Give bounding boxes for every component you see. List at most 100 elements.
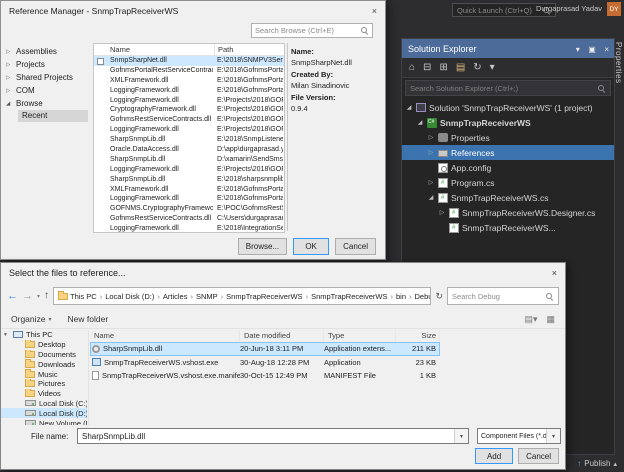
cancel-button[interactable]: Cancel: [335, 237, 376, 255]
tree-item-solution-snmptrapreceiverws-1-project[interactable]: ◢ Solution 'SnmpTrapReceiverWS' (1 projec…: [402, 100, 614, 115]
sidebar-item-local-disk-c[interactable]: Local Disk (C:): [1, 399, 87, 409]
column-header-path[interactable]: Path: [214, 44, 233, 56]
column-header-date-modified[interactable]: Date modified: [240, 330, 324, 342]
up-icon[interactable]: ↑: [44, 291, 49, 301]
expander-icon[interactable]: ▷: [438, 209, 446, 216]
tree-item-properties[interactable]: ▷ Properties: [402, 130, 614, 145]
refman-row[interactable]: CryptographyFramework.dll E:\Projects\201…: [94, 105, 284, 115]
refman-row[interactable]: LoggingFramework.dll E:\2018\IntegrationS…: [94, 224, 284, 232]
breadcrumb-segment-snmp[interactable]: SNMP: [196, 292, 218, 301]
sidebar-item-documents[interactable]: Documents: [1, 349, 87, 360]
refman-row[interactable]: XMLFramework.dll E:\2018\GofnmsPortalRes: [94, 76, 284, 86]
column-header-name[interactable]: Name: [90, 330, 240, 342]
preview-pane-icon[interactable]: ▦: [546, 314, 555, 325]
tree-item-snmptrapreceiverws[interactable]: SnmpTrapReceiverWS...: [402, 220, 614, 235]
refman-row[interactable]: GofnmsRestServiceContracts.dll E:\Project…: [94, 115, 284, 125]
expander-icon[interactable]: ▷: [427, 134, 435, 141]
refman-row[interactable]: SnmpSharpNet.dll E:\2018\SNMPV3Sender\S: [94, 56, 284, 66]
tree-item-app-config[interactable]: App.config: [402, 160, 614, 175]
refman-row[interactable]: SharpSnmpLib.dll E:\2018\SnmpListenerSer: [94, 135, 284, 145]
refman-row[interactable]: GofnmsRestServiceContracts.dll C:\Users\d…: [94, 214, 284, 224]
avatar[interactable]: DY: [607, 2, 621, 16]
tree-item-references[interactable]: ▷ References: [402, 145, 614, 160]
chevron-down-icon[interactable]: ▾: [576, 45, 580, 54]
signed-in-user[interactable]: Durgaprasad Yadav: [536, 4, 602, 13]
breadcrumb-segment-snmptrapreceiverws[interactable]: SnmpTrapReceiverWS: [226, 292, 302, 301]
home-icon[interactable]: ⌂: [409, 62, 415, 73]
expander-icon[interactable]: ◢: [427, 194, 435, 201]
refman-nav-com[interactable]: ▷ COM: [1, 84, 91, 97]
history-dropdown-icon[interactable]: ▾: [37, 293, 40, 300]
breadcrumb-segment-bin[interactable]: bin: [396, 292, 406, 301]
tree-item-snmptrapreceiverws-cs[interactable]: ◢ SnmpTrapReceiverWS.cs: [402, 190, 614, 205]
sidebar-item-pictures[interactable]: Pictures: [1, 378, 87, 389]
file-name-input[interactable]: SharpSnmpLib.dll ▾: [77, 428, 469, 444]
sidebar-item-desktop[interactable]: Desktop: [1, 339, 87, 350]
properties-icon[interactable]: ⊞: [439, 62, 447, 73]
column-header-type[interactable]: Type: [324, 330, 396, 342]
ok-button[interactable]: OK: [293, 237, 330, 255]
refman-row[interactable]: XMLFramework.dll E:\2018\GofnmsPortalRes: [94, 185, 284, 195]
checkbox[interactable]: [97, 57, 104, 65]
refman-row[interactable]: LoggingFramework.dll E:\Projects\2018\GOF…: [94, 165, 284, 175]
dialog-titlebar[interactable]: Reference Manager - SnmpTrapReceiverWS ×: [1, 1, 385, 20]
file-row-sharpsnmplib-dll[interactable]: SharpSnmpLib.dll 20-Jun-18 3:11 PM Applica…: [90, 342, 440, 356]
browse-button[interactable]: Browse...: [237, 237, 288, 255]
file-type-filter[interactable]: Component Files (*.dll;*.tlb;*.ol ▾: [477, 428, 561, 444]
refman-row[interactable]: LoggingFramework.dll E:\Projects\2018\GOF…: [94, 125, 284, 135]
refman-nav-projects[interactable]: ▷ Projects: [1, 58, 91, 71]
refman-nav-recent[interactable]: Recent: [18, 110, 88, 122]
add-button[interactable]: Add: [475, 448, 514, 464]
file-dialog-search-input[interactable]: Search Debug: [447, 287, 559, 305]
chevron-down-icon[interactable]: ▾: [546, 429, 560, 443]
solution-explorer-search[interactable]: Search Solution Explorer (Ctrl+;): [405, 80, 611, 96]
sidebar-item-videos[interactable]: Videos: [1, 388, 87, 399]
refman-splitter[interactable]: [287, 43, 288, 231]
new-folder-button[interactable]: New folder: [68, 314, 109, 324]
file-row-snmptrapreceiverws-vshost-exe-manifest[interactable]: SnmpTrapReceiverWS.vshost.exe.manifest 30…: [90, 369, 440, 383]
breadcrumb[interactable]: This PC › Local Disk (D:) › Articles › SNMP › Sn…: [53, 287, 432, 305]
expander-icon[interactable]: ▷: [427, 179, 435, 186]
dialog-titlebar[interactable]: Select the files to reference... ×: [1, 263, 565, 283]
refman-row[interactable]: SharpSnmpLib.dll E:\2018\sharpsnmplib-mi: [94, 175, 284, 185]
filter-dropdown-icon[interactable]: ▾: [490, 62, 495, 73]
column-header-name[interactable]: Name: [110, 44, 130, 56]
sidebar-item-music[interactable]: Music: [1, 369, 87, 379]
close-icon[interactable]: ×: [372, 6, 377, 16]
organize-button[interactable]: Organize ▾: [11, 314, 52, 324]
refman-row[interactable]: Oracle.DataAccess.dll D:\app\durgaprasad.…: [94, 145, 284, 155]
breadcrumb-segment-articles[interactable]: Articles: [163, 292, 188, 301]
refman-nav-assemblies[interactable]: ▷ Assemblies: [1, 45, 91, 58]
collapse-all-icon[interactable]: ⊟: [423, 62, 431, 73]
refresh-icon[interactable]: ↻: [435, 291, 443, 302]
sidebar-item-local-disk-d[interactable]: Local Disk (D:): [1, 408, 87, 419]
refresh-icon[interactable]: ↻: [473, 62, 481, 73]
sidebar-item-this-pc[interactable]: ▾ This PC: [1, 330, 87, 340]
breadcrumb-segment-debug[interactable]: Debug: [415, 292, 431, 301]
refman-row[interactable]: LoggingFramework.dll E:\2018\GofnmsPortal…: [94, 86, 284, 96]
breadcrumb-segment-snmptrapreceiverws[interactable]: SnmpTrapReceiverWS: [311, 292, 387, 301]
forward-icon[interactable]: →: [22, 290, 33, 302]
close-icon[interactable]: ×: [552, 268, 557, 278]
refman-search-input[interactable]: Search Browse (Ctrl+E): [251, 23, 373, 38]
tree-item-program-cs[interactable]: ▷ Program.cs: [402, 175, 614, 190]
column-header-size[interactable]: Size: [396, 330, 440, 342]
refman-row[interactable]: GOFNMS.CryptographyFramework.dll E:\POC\G…: [94, 204, 284, 214]
expander-icon[interactable]: ▷: [427, 149, 435, 156]
expander-icon[interactable]: ◢: [416, 119, 424, 126]
back-icon[interactable]: ←: [7, 290, 18, 302]
pin-icon[interactable]: ▣: [588, 45, 596, 54]
tree-item-snmptrapreceiverws-designer-cs[interactable]: ▷ SnmpTrapReceiverWS.Designer.cs: [402, 205, 614, 220]
publish-status[interactable]: ↑ Publish ▴: [577, 459, 617, 468]
chevron-down-icon[interactable]: ▾: [454, 429, 468, 443]
refman-row[interactable]: LoggingFramework.dll E:\2018\GofnmsPortal…: [94, 194, 284, 204]
refman-row[interactable]: LoggingFramework.dll E:\Projects\2018\GOF…: [94, 96, 284, 106]
file-row-snmptrapreceiverws-vshost-exe[interactable]: SnmpTrapReceiverWS.vshost.exe 30-Aug-18 1…: [90, 356, 440, 370]
cancel-button[interactable]: Cancel: [518, 448, 559, 464]
breadcrumb-segment-local-disk-d[interactable]: Local Disk (D:): [105, 292, 154, 301]
refman-row[interactable]: SharpSnmpLib.dll D:\xamarin\SendSmsServ: [94, 155, 284, 165]
solution-explorer-header[interactable]: Solution Explorer ▾ ▣ ×: [402, 39, 614, 58]
show-all-files-icon[interactable]: ▤: [456, 62, 465, 73]
views-icon[interactable]: ▤▾: [524, 314, 537, 325]
close-icon[interactable]: ×: [604, 45, 609, 54]
